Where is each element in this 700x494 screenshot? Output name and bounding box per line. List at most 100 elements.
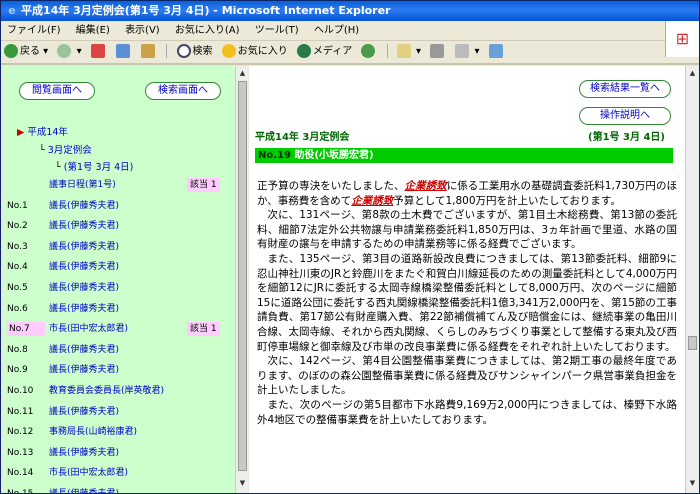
item-speaker-link[interactable]: 議長(伊藤秀夫君)	[49, 487, 119, 493]
toolbar-divider	[1, 63, 699, 65]
item-number: No.1	[7, 200, 28, 211]
title-bar: e 平成14年 3月定例会(第1号 3月 4日) - Microsoft Int…	[1, 1, 699, 21]
tree-root[interactable]: ▶ 平成14年	[17, 124, 68, 138]
browse-screen-button[interactable]: 閲覧画面へ	[19, 82, 95, 100]
speaker-number: No.19	[258, 150, 291, 161]
ie-icon: e	[8, 4, 16, 17]
hit-badge: 該当 1	[187, 322, 220, 337]
paragraph: 正予算の専決をいたしました、企業誘致に係る工業用水の基礎調査委託料1,730万円…	[257, 180, 677, 207]
speaker-name: 助役(小坂勝宏君)	[294, 150, 374, 161]
paragraph: 次に、142ページ、第4目公園整備事業費につきましては、第2期工事の最終年度であ…	[257, 355, 677, 397]
list-item[interactable]: No.13 議長(伊藤秀夫君)	[7, 446, 233, 460]
list-item[interactable]: No.6 議長(伊藤秀夫君)	[7, 302, 233, 316]
messenger-button[interactable]	[486, 41, 508, 63]
list-item[interactable]: 議事日程(第1号) 該当 1	[7, 178, 233, 192]
tree-day-label: (第1号 3月 4日)	[63, 162, 134, 173]
tree-day[interactable]: └ (第1号 3月 4日)	[55, 159, 133, 173]
list-item[interactable]: No.4 議長(伊藤秀夫君)	[7, 260, 233, 274]
search-screen-button[interactable]: 検索画面へ	[145, 82, 221, 100]
tree-session[interactable]: └ 3月定例会	[39, 142, 92, 156]
item-number: No.12	[7, 427, 34, 438]
back-label: 戻る	[20, 46, 40, 57]
item-speaker-link[interactable]: 議長(伊藤秀夫君)	[49, 446, 119, 460]
toolbar-separator	[386, 44, 388, 58]
mail-button[interactable]: ▾	[394, 41, 424, 63]
menu-view[interactable]: 表示(V)	[119, 21, 166, 41]
item-speaker-link[interactable]: 議長(伊藤秀夫君)	[49, 302, 119, 316]
item-speaker-link[interactable]: 教育委員会委員長(岸英敬君)	[49, 384, 164, 398]
search-results-button[interactable]: 検索結果一覧へ	[579, 80, 671, 98]
list-item[interactable]: No.1 議長(伊藤秀夫君)	[7, 199, 233, 213]
item-number: No.7	[7, 322, 45, 337]
media-button[interactable]: メディア	[294, 41, 355, 63]
list-item[interactable]: No.10 教育委員会委員長(岸英敬君)	[7, 384, 233, 398]
right-content-frame: 検索結果一覧へ 操作説明へ 平成14年 3月定例会 (第1号 3月 4日) No…	[249, 66, 685, 493]
list-item[interactable]: No.8 議長(伊藤秀夫君)	[7, 343, 233, 357]
item-speaker-link[interactable]: 事務局長(山崎裕康君)	[49, 425, 137, 439]
item-speaker-link[interactable]: 議長(伊藤秀夫君)	[49, 199, 119, 213]
print-button[interactable]	[427, 41, 449, 63]
session-header: 平成14年 3月定例会 (第1号 3月 4日)	[255, 130, 673, 146]
menu-edit[interactable]: 編集(E)	[70, 21, 116, 41]
home-button[interactable]	[138, 41, 160, 63]
item-speaker-link[interactable]: 市長(田中宏太郎君)	[49, 466, 128, 480]
item-number: No.9	[7, 365, 28, 376]
list-item[interactable]: No.14 市長(田中宏太郎君)	[7, 466, 233, 480]
scroll-down-icon[interactable]: ▼	[687, 478, 698, 489]
item-speaker-link[interactable]: 議長(伊藤秀夫君)	[49, 260, 119, 274]
tree-branch-icon: └	[55, 162, 61, 173]
list-item[interactable]: No.12 事務局長(山崎裕康君)	[7, 425, 233, 439]
list-item[interactable]: No.9 議長(伊藤秀夫君)	[7, 363, 233, 377]
item-number: No.11	[7, 406, 34, 417]
scroll-down-icon[interactable]: ▼	[237, 478, 248, 489]
item-number: No.14	[7, 468, 34, 479]
toolbar: 戻る ▾ ▾ 検索 お気に入り メディア ▾ ▾	[1, 41, 665, 63]
list-item[interactable]: No.2 議長(伊藤秀夫君)	[7, 219, 233, 233]
star-icon	[221, 44, 236, 58]
list-item[interactable]: No.5 議長(伊藤秀夫君)	[7, 281, 233, 295]
tree-session-label: 3月定例会	[47, 145, 92, 156]
item-speaker-link[interactable]: 議事日程(第1号)	[49, 178, 116, 192]
stop-button[interactable]	[88, 41, 110, 63]
favorites-button[interactable]: お気に入り	[219, 41, 291, 63]
search-button[interactable]: 検索	[174, 41, 216, 63]
paragraph: また、次のページの第5目都市下水路費9,169万2,000円につきましては、榛野…	[257, 398, 677, 426]
item-speaker-link[interactable]: 市長(田中宏太郎君)	[49, 322, 128, 336]
mail-icon	[396, 44, 411, 58]
list-item[interactable]: No.7 市長(田中宏太郎君) 該当 1	[7, 322, 233, 337]
item-speaker-link[interactable]: 議長(伊藤秀夫君)	[49, 343, 119, 357]
history-button[interactable]	[358, 41, 380, 63]
menu-help[interactable]: ヘルプ(H)	[308, 21, 365, 41]
speech-body: 正予算の専決をいたしました、企業誘致に係る工業用水の基礎調査委託料1,730万円…	[257, 179, 677, 427]
left-scrollbar[interactable]: ▲ ▼	[235, 66, 248, 493]
scroll-up-icon[interactable]: ▲	[687, 68, 698, 79]
media-label: メディア	[312, 46, 353, 57]
menu-file[interactable]: ファイル(F)	[1, 21, 67, 41]
refresh-button[interactable]	[113, 41, 135, 63]
item-speaker-link[interactable]: 議長(伊藤秀夫君)	[49, 240, 119, 254]
list-item[interactable]: No.15 議長(伊藤秀夫君)	[7, 487, 233, 493]
help-button[interactable]: 操作説明へ	[579, 107, 671, 125]
menu-tools[interactable]: ツール(T)	[249, 21, 305, 41]
left-scroll-thumb[interactable]	[238, 81, 247, 471]
item-number: No.5	[7, 283, 28, 293]
scroll-up-icon[interactable]: ▲	[237, 68, 248, 79]
forward-button[interactable]: ▾	[54, 41, 84, 63]
list-item[interactable]: No.11 議長(伊藤秀夫君)	[7, 405, 233, 419]
right-scroll-thumb[interactable]	[688, 336, 697, 350]
item-number: No.2	[7, 221, 28, 232]
item-speaker-link[interactable]: 議長(伊藤秀夫君)	[49, 219, 119, 233]
edit-button[interactable]: ▾	[452, 41, 482, 63]
list-item[interactable]: No.3 議長(伊藤秀夫君)	[7, 240, 233, 254]
print-icon	[430, 44, 445, 58]
item-number: No.13	[7, 447, 34, 458]
stop-icon	[90, 44, 105, 58]
item-speaker-link[interactable]: 議長(伊藤秀夫君)	[49, 405, 119, 419]
edit-icon	[455, 44, 470, 58]
item-speaker-link[interactable]: 議長(伊藤秀夫君)	[49, 363, 119, 377]
right-scrollbar[interactable]: ▲ ▼	[685, 66, 699, 493]
back-button[interactable]: 戻る ▾	[1, 41, 51, 63]
menu-favorites[interactable]: お気に入り(A)	[169, 21, 246, 41]
item-speaker-link[interactable]: 議長(伊藤秀夫君)	[49, 281, 119, 295]
windows-logo-icon: ⊞	[665, 21, 699, 57]
